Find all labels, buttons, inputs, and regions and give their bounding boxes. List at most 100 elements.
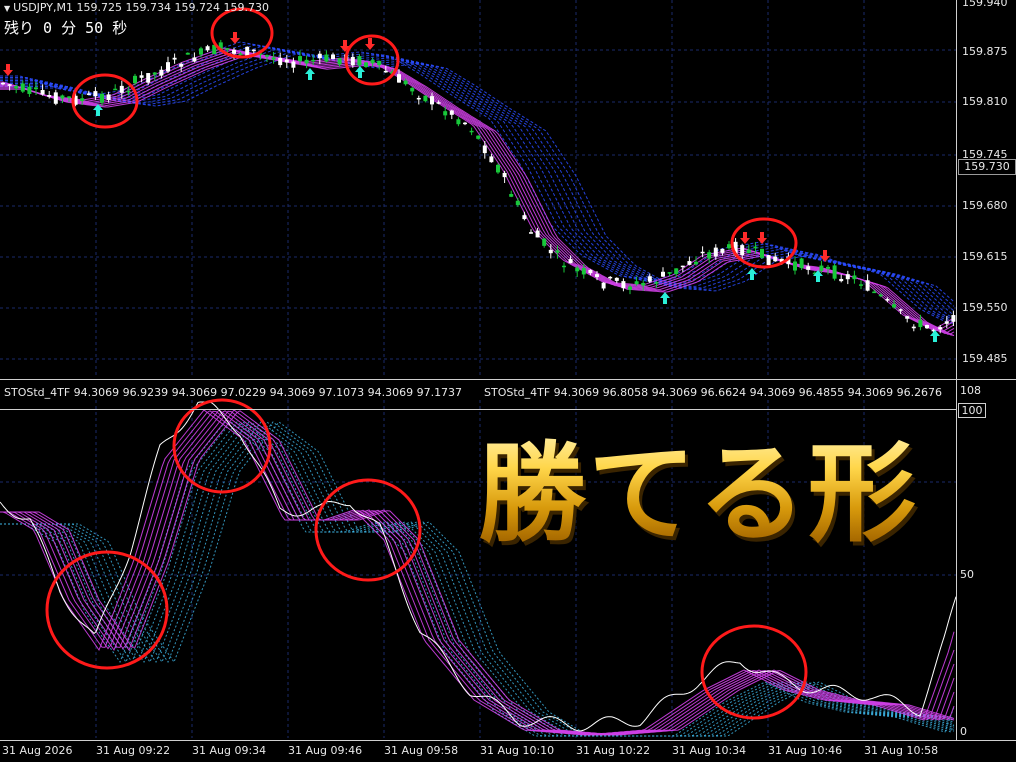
price-tick: 159.940 — [962, 0, 1008, 9]
trading-chart[interactable] — [0, 0, 1016, 762]
candle-body — [766, 255, 771, 265]
candle-body — [60, 95, 65, 99]
candle-body — [720, 248, 725, 253]
candle-body — [291, 61, 296, 68]
candle-body — [232, 49, 236, 54]
time-tick: 31 Aug 09:46 — [288, 744, 363, 757]
candle-body — [370, 60, 375, 64]
price-tick: 159.485 — [962, 352, 1008, 365]
candle-body — [443, 111, 448, 116]
candle-body — [925, 324, 929, 329]
candle-body — [905, 316, 910, 319]
candle-body — [746, 249, 751, 253]
candle-body — [317, 53, 322, 59]
candle-body — [621, 281, 626, 289]
candle-body — [311, 59, 316, 62]
candle-body — [951, 315, 956, 322]
candle-body — [892, 304, 896, 308]
candle-body — [826, 266, 830, 269]
ribbon-line-magenta — [0, 51, 955, 335]
down-arrow-icon — [3, 64, 13, 76]
osc-level-100-label: 100 — [958, 403, 986, 418]
time-tick: 31 Aug 10:46 — [768, 744, 843, 757]
candle-body — [852, 275, 857, 280]
candle-body — [20, 83, 25, 92]
candle-body — [839, 278, 844, 282]
candle-body — [265, 55, 269, 57]
price-tick: 159.680 — [962, 199, 1008, 212]
candle-body — [86, 93, 91, 95]
candle-body — [753, 246, 758, 249]
candle-body — [713, 247, 718, 257]
candle-body — [661, 271, 665, 277]
candle-body — [588, 269, 593, 274]
candle-body — [298, 56, 302, 62]
candle-body — [436, 102, 441, 104]
chart-grid — [0, 0, 956, 738]
time-tick: 31 Aug 10:58 — [864, 744, 939, 757]
candle-body — [773, 256, 778, 262]
down-arrow-icon — [740, 232, 750, 244]
candle-body — [641, 282, 646, 286]
symbol-info: USDJPY,M1 159.725 159.734 159.724 159.73… — [13, 1, 269, 14]
up-arrow-icon — [747, 268, 757, 280]
candle-body — [581, 268, 586, 275]
candle-body — [595, 274, 599, 277]
osc-tick-top: 108 — [960, 384, 981, 397]
candle-body — [740, 245, 745, 256]
time-tick: 31 Aug 10:34 — [672, 744, 747, 757]
candle-body — [238, 53, 243, 56]
candle-body — [271, 57, 276, 60]
candle-body — [515, 200, 520, 206]
candle-body — [410, 88, 415, 92]
candle-body — [647, 276, 652, 282]
candle-body — [80, 98, 85, 102]
triangle-down-icon[interactable]: ▼ — [4, 4, 10, 13]
candle-body — [397, 74, 401, 83]
candle-body — [667, 272, 672, 274]
candle-body — [555, 250, 560, 253]
ribbon-line-blue — [0, 53, 955, 303]
time-tick: 31 Aug 09:22 — [96, 744, 171, 757]
candle-body — [878, 294, 883, 297]
time-tick: 31 Aug 2026 — [2, 744, 73, 757]
candle-body — [93, 91, 98, 97]
candle-body — [449, 110, 454, 115]
candle-body — [845, 274, 850, 280]
candle-body — [423, 95, 428, 102]
osc-tick-bottom: 0 — [960, 725, 967, 738]
candle-body — [542, 238, 547, 246]
candle-body — [456, 119, 461, 125]
candle-body — [944, 321, 949, 324]
candle-body — [364, 62, 368, 67]
candle-body — [509, 193, 514, 197]
candle-body — [601, 282, 606, 289]
candle-body — [53, 92, 58, 104]
candle-body — [67, 96, 71, 99]
candle-body — [482, 145, 487, 154]
candle-body — [859, 284, 863, 286]
down-arrow-icon — [757, 232, 767, 244]
candle-body — [654, 282, 659, 284]
candle-body — [185, 52, 190, 55]
current-price-label: 159.730 — [958, 159, 1016, 175]
candle-body — [7, 84, 12, 86]
candle-body — [205, 46, 210, 51]
candle-body — [383, 70, 388, 73]
candle-body — [865, 280, 870, 291]
candle-body — [548, 249, 553, 254]
candle-body — [416, 97, 421, 100]
up-arrow-icon — [930, 330, 940, 342]
candle-countdown: 残り 0 分 50 秒 — [4, 19, 128, 37]
candle-body — [634, 281, 639, 285]
price-tick: 159.615 — [962, 250, 1008, 263]
candle-body — [562, 265, 566, 268]
down-arrow-icon — [365, 38, 375, 50]
candle-body — [146, 73, 151, 83]
candle-body — [126, 90, 131, 93]
candle-body — [14, 86, 19, 89]
candle-body — [403, 80, 408, 85]
highlight-circle — [730, 217, 798, 269]
candle-body — [27, 86, 32, 94]
candle-body — [700, 251, 705, 254]
